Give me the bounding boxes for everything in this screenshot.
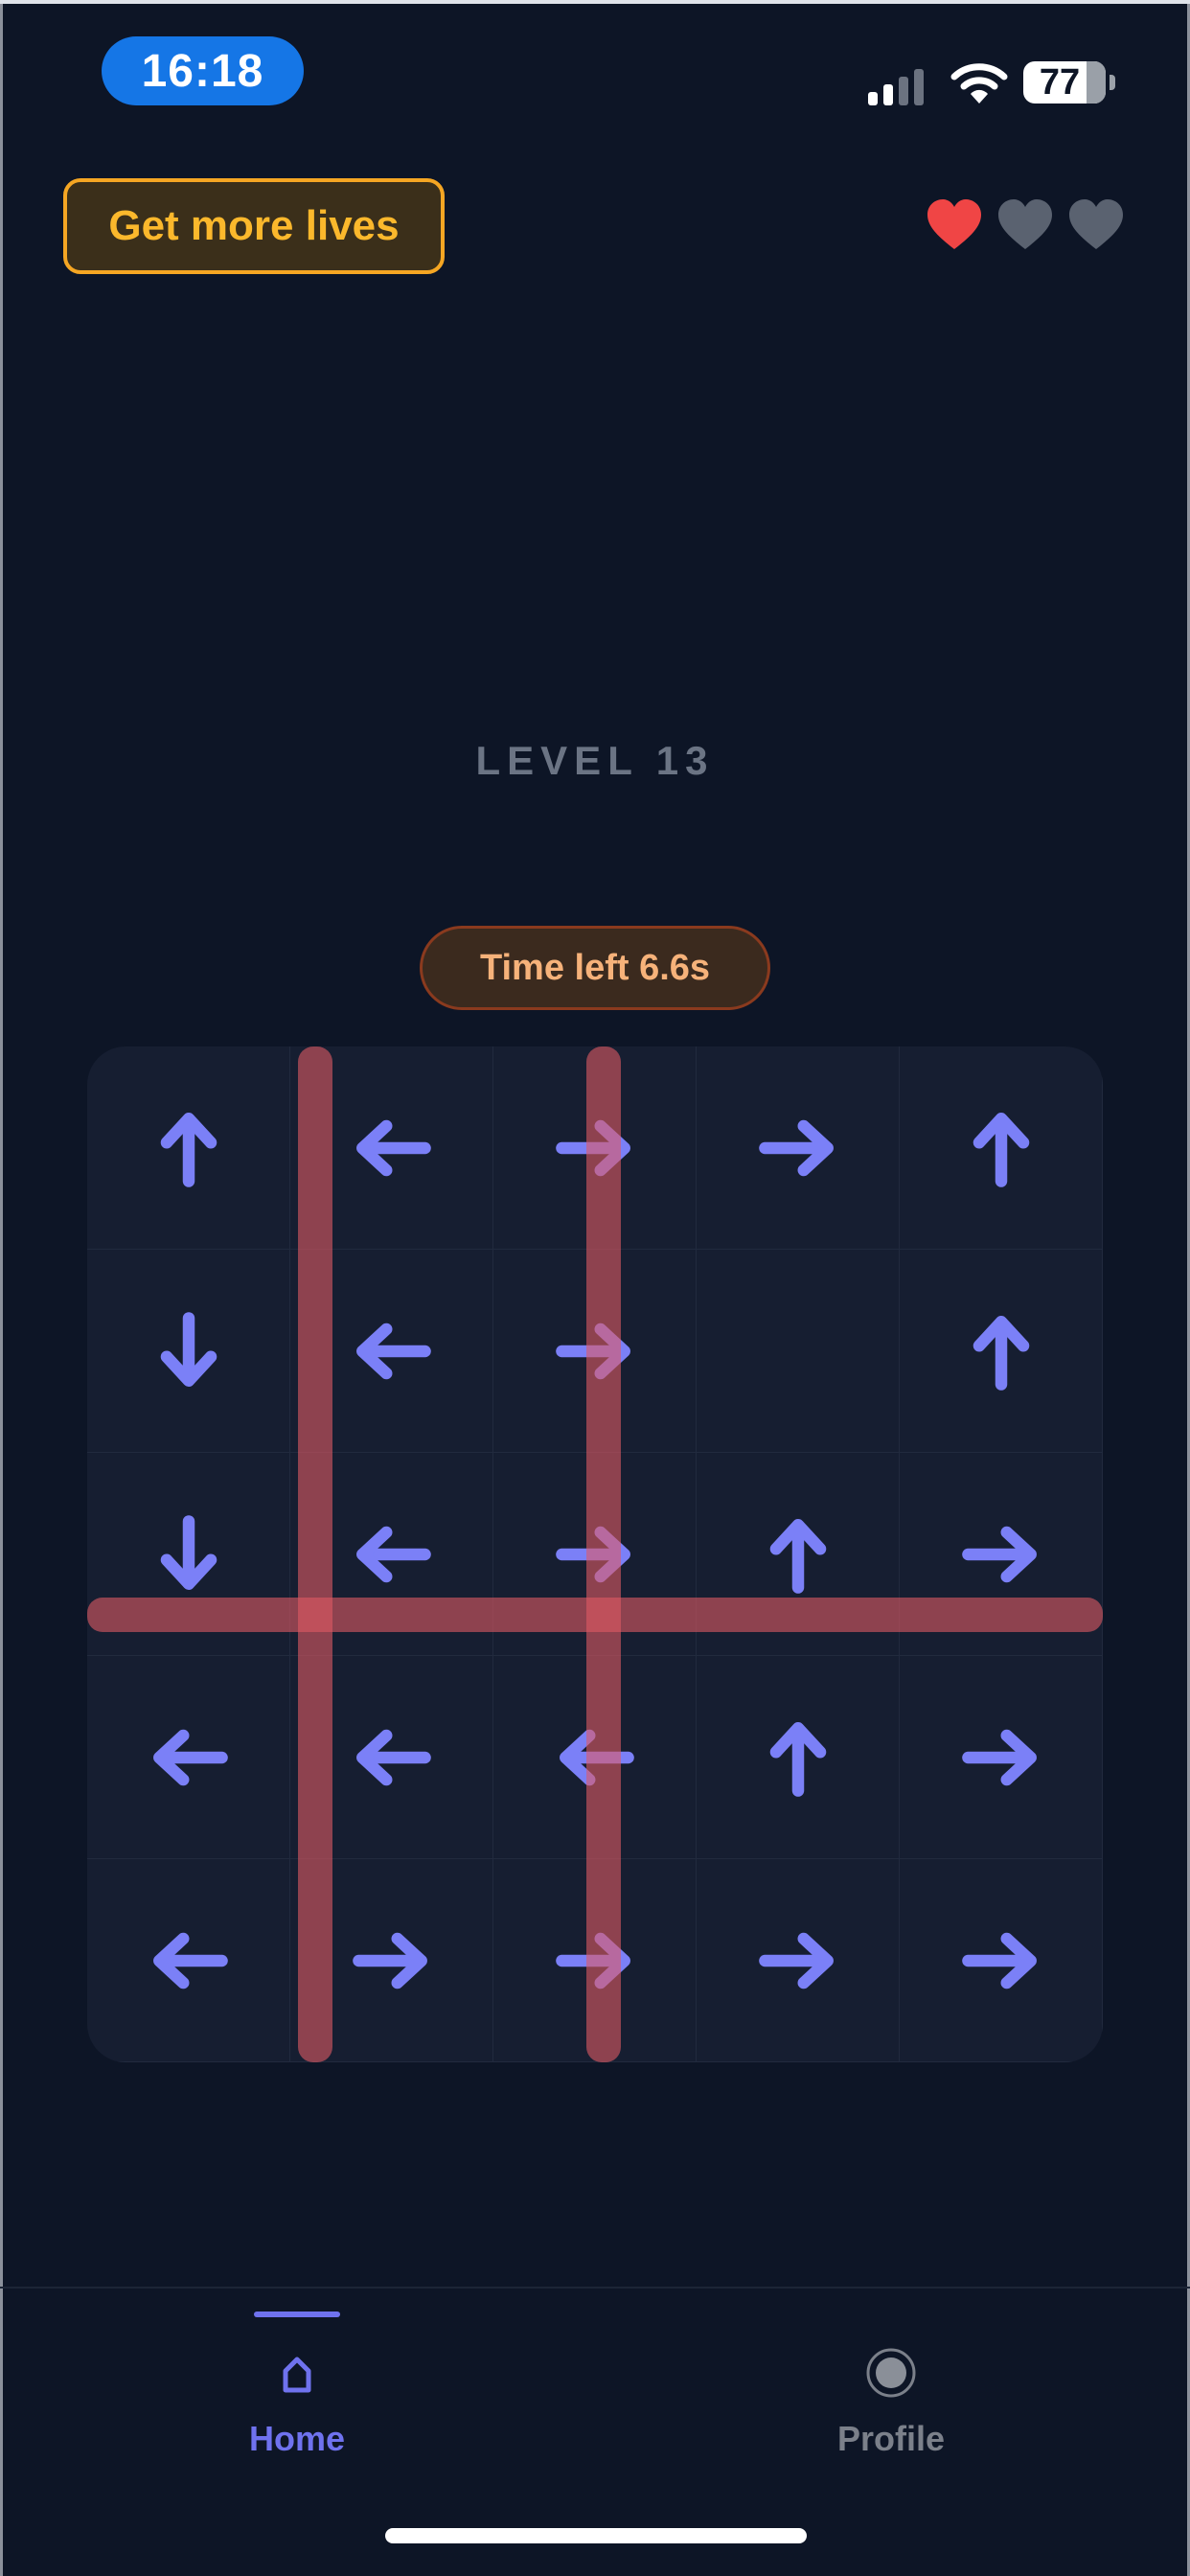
arrow-up-icon [973,1112,1029,1187]
heart-empty-icon [998,199,1052,249]
arrow-left-icon [355,1119,431,1176]
nav-active-indicator [254,2312,340,2317]
arrow-right-icon [961,1526,1037,1582]
board-cell[interactable] [900,1046,1103,1250]
wifi-icon [950,63,1008,104]
nav-profile-label: Profile [836,2419,946,2458]
arrow-left-icon [355,1322,431,1379]
home-indicator [385,2528,807,2543]
board-cell[interactable] [697,1250,900,1453]
laser-beam-vertical [586,1046,621,2062]
battery-nub [1110,75,1115,90]
game-board [87,1046,1103,2062]
nav-home-label: Home [248,2419,346,2458]
nav-divider [0,2287,1190,2288]
board-cell[interactable] [87,1656,290,1859]
profile-icon [866,2348,916,2398]
status-time: 16:18 [102,36,304,105]
board-cell[interactable] [697,1859,900,2062]
arrow-right-icon [758,1932,834,1989]
board-cell[interactable] [87,1859,290,2062]
home-icon [283,2357,311,2393]
board-cell[interactable] [697,1046,900,1250]
arrow-right-icon [961,1729,1037,1785]
arrow-up-icon [160,1112,217,1187]
heart-full-icon [927,199,981,249]
arrow-down-icon [160,1514,217,1590]
arrow-up-icon [769,1518,826,1594]
board-cell[interactable] [900,1250,1103,1453]
arrow-left-icon [355,1526,431,1582]
laser-beam-vertical [298,1046,332,2062]
arrow-left-icon [152,1729,228,1785]
board-cell[interactable] [87,1046,290,1250]
battery-level: 77 [1039,61,1081,103]
board-cell[interactable] [900,1859,1103,2062]
get-more-lives-button[interactable]: Get more lives [63,178,445,274]
status-icons: 77 [868,58,1119,111]
time-left-badge: Time left 6.6s [420,926,770,1010]
arrow-right-icon [758,1119,834,1176]
arrow-down-icon [160,1311,217,1387]
laser-beam-horizontal [87,1598,1103,1632]
arrow-left-icon [355,1729,431,1785]
board-cell[interactable] [900,1656,1103,1859]
screen-border-top [0,0,1190,4]
arrow-up-icon [769,1721,826,1797]
screen-border-left [0,0,3,2576]
nav-home[interactable]: Home [153,2304,441,2476]
lives-hearts [926,197,1129,255]
board-cell[interactable] [697,1656,900,1859]
nav-profile[interactable]: Profile [747,2304,1035,2476]
arrow-right-icon [961,1932,1037,1989]
level-title: LEVEL 13 [475,738,715,783]
arrow-right-icon [352,1932,427,1989]
battery-icon: 77 [1023,61,1106,104]
board-cell[interactable] [87,1250,290,1453]
arrow-up-icon [973,1315,1029,1391]
heart-empty-icon [1069,199,1123,249]
arrow-left-icon [152,1932,228,1989]
